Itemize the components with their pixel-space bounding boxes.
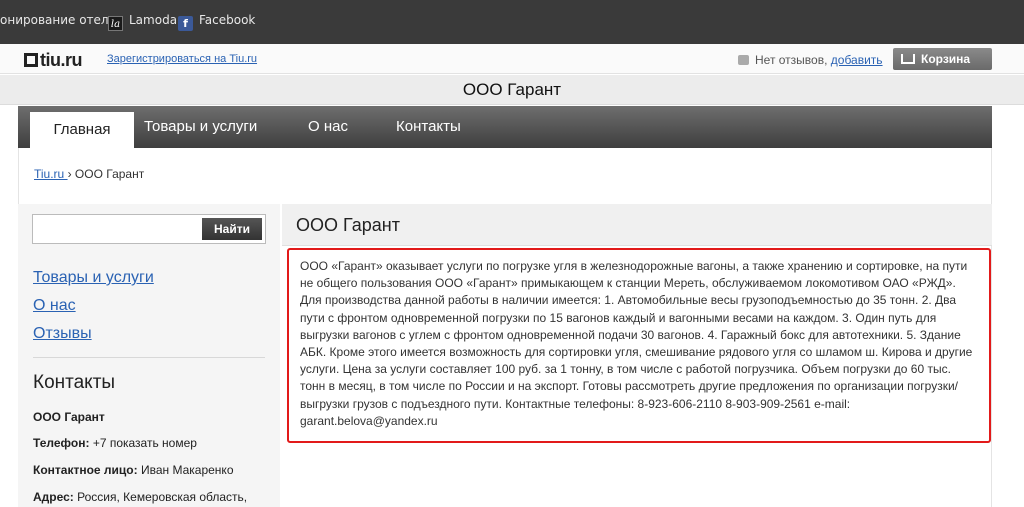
bookmark-hotel[interactable]: онирование отел (0, 13, 109, 27)
sidebar: Найти Товары и услуги О нас Отзывы Конта… (18, 204, 280, 507)
cart-button[interactable]: Корзина (893, 48, 992, 70)
contact-company: ООО Гарант (33, 410, 105, 424)
search-input[interactable] (35, 217, 197, 241)
tab-contacts[interactable]: Контакты (396, 106, 461, 148)
main-nav: Главная Товары и услуги О нас Контакты (18, 106, 992, 154)
cart-icon (901, 54, 915, 64)
main-title: ООО Гарант (296, 215, 400, 235)
contact-address: Адрес: Россия, Кемеровская область, (33, 490, 247, 504)
bookmarks-bar: онирование отел la Lamoda f Facebook (0, 0, 1024, 44)
bookmark-facebook[interactable]: f Facebook (178, 13, 255, 31)
bookmark-lamoda-label: Lamoda (129, 13, 178, 27)
bookmark-lamoda[interactable]: la Lamoda (108, 13, 177, 31)
sidebar-link-about[interactable]: О нас (33, 297, 76, 315)
person-value: Иван Макаренко (140, 463, 234, 477)
breadcrumb-root-link[interactable]: Tiu.ru (34, 167, 68, 181)
person-label: Контактное лицо: (33, 463, 138, 477)
comment-icon (738, 55, 749, 65)
sidebar-link-products[interactable]: Товары и услуги (33, 269, 154, 287)
register-link[interactable]: Зарегистрироваться на Tiu.ru (107, 53, 257, 65)
company-description: ООО «Гарант» оказывает услуги по погрузк… (287, 248, 991, 443)
contact-phone: Телефон: +7 показать номер (33, 436, 197, 450)
bookmark-facebook-label: Facebook (199, 13, 256, 27)
breadcrumb-separator: › (67, 167, 72, 181)
address-value: Россия, Кемеровская область, (77, 490, 248, 504)
phone-value[interactable]: +7 показать номер (93, 436, 197, 450)
sidebar-divider (33, 357, 265, 358)
contact-person: Контактное лицо: Иван Макаренко (33, 463, 234, 477)
tiu-logo[interactable]: tiu.ru (24, 50, 83, 71)
lamoda-icon: la (108, 16, 123, 31)
top-strip: tiu.ru Зарегистрироваться на Tiu.ru Нет … (0, 44, 1024, 74)
facebook-icon: f (178, 16, 193, 31)
reviews-text: Нет отзывов, (755, 53, 831, 67)
sidebar-link-reviews[interactable]: Отзывы (33, 325, 92, 343)
company-title: ООО Гарант (0, 75, 1024, 105)
breadcrumb: Tiu.ru › ООО Гарант (34, 167, 144, 181)
contacts-title: Контакты (33, 372, 116, 393)
cart-label: Корзина (921, 52, 971, 66)
address-label: Адрес: (33, 490, 74, 504)
logo-box-icon (24, 53, 38, 67)
logo-text: tiu.ru (40, 50, 83, 70)
tab-products[interactable]: Товары и услуги (144, 106, 257, 148)
breadcrumb-current: ООО Гарант (74, 167, 145, 181)
search-button[interactable]: Найти (202, 218, 262, 240)
search-box: Найти (32, 214, 266, 244)
add-review-link[interactable]: добавить (831, 53, 883, 67)
phone-label: Телефон: (33, 436, 90, 450)
main-header: ООО Гарант (282, 204, 992, 246)
tab-about[interactable]: О нас (308, 106, 348, 148)
reviews-info: Нет отзывов, добавить (738, 53, 883, 67)
